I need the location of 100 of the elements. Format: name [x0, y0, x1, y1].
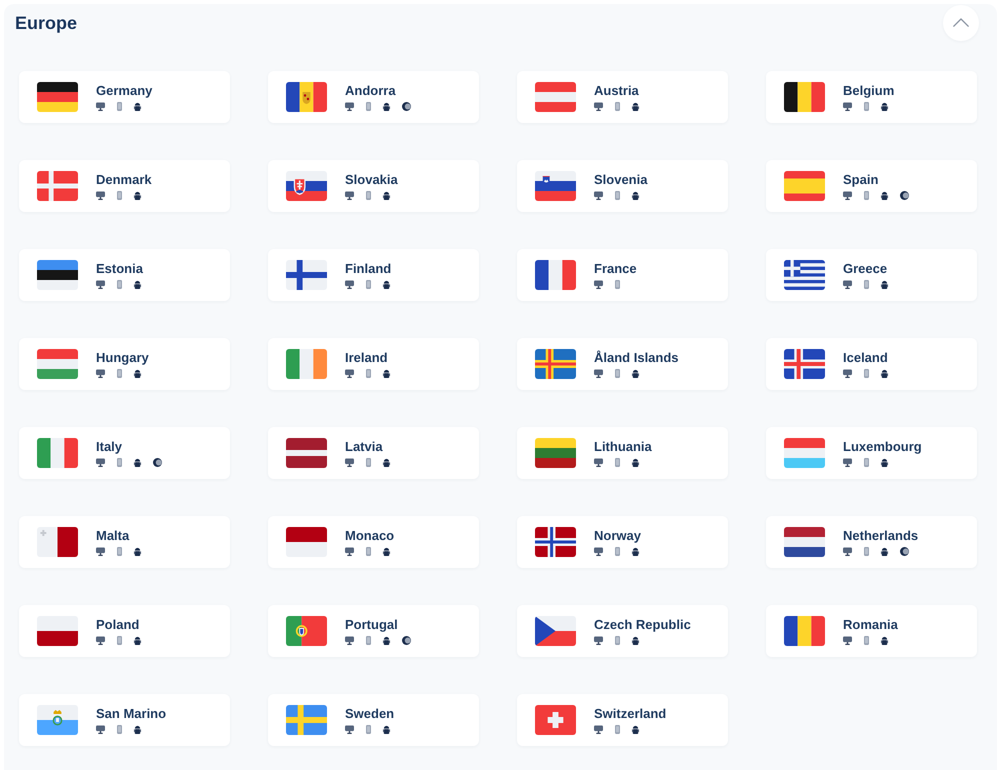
robot-icon — [632, 102, 639, 111]
flag-icon — [286, 82, 327, 112]
monitor-icon — [843, 102, 852, 111]
country-name: Romania — [843, 617, 898, 633]
phone-icon — [366, 458, 371, 467]
robot-icon — [134, 102, 141, 111]
crescent-icon — [900, 191, 909, 200]
country-name: Czech Republic — [594, 617, 691, 633]
phone-icon — [864, 458, 869, 467]
flag-icon — [37, 705, 78, 735]
robot-icon — [134, 191, 141, 200]
robot-icon — [134, 636, 141, 645]
monitor-icon — [843, 636, 852, 645]
robot-icon — [134, 458, 141, 467]
flag-icon — [37, 82, 78, 112]
phone-icon — [864, 636, 869, 645]
monitor-icon — [594, 280, 603, 289]
monitor-icon — [843, 369, 852, 378]
robot-icon — [383, 725, 390, 734]
phone-icon — [117, 458, 122, 467]
monitor-icon — [594, 369, 603, 378]
robot-icon — [632, 725, 639, 734]
crescent-icon — [900, 547, 909, 556]
monitor-icon — [345, 102, 354, 111]
flag-icon — [535, 82, 576, 112]
country-name: Estonia — [96, 261, 143, 277]
flag-icon — [535, 438, 576, 468]
flag-icon — [37, 527, 78, 557]
monitor-icon — [594, 636, 603, 645]
phone-icon — [366, 547, 371, 556]
country-name: Norway — [594, 528, 641, 544]
robot-icon — [383, 369, 390, 378]
monitor-icon — [96, 102, 105, 111]
collapse-button[interactable] — [943, 5, 979, 41]
robot-icon — [881, 458, 888, 467]
monitor-icon — [843, 547, 852, 556]
country-name: Iceland — [843, 350, 888, 366]
country-name: France — [594, 261, 637, 277]
country-name: Switzerland — [594, 706, 666, 722]
robot-icon — [383, 102, 390, 111]
flag-icon — [286, 616, 327, 646]
monitor-icon — [96, 725, 105, 734]
phone-icon — [117, 369, 122, 378]
flag-icon — [37, 349, 78, 379]
phone-icon — [366, 725, 371, 734]
robot-icon — [632, 547, 639, 556]
flag-icon — [535, 616, 576, 646]
phone-icon — [615, 369, 620, 378]
monitor-icon — [345, 725, 354, 734]
monitor-icon — [345, 547, 354, 556]
crescent-icon — [153, 458, 162, 467]
robot-icon — [134, 280, 141, 289]
flag-icon — [784, 349, 825, 379]
country-name: Malta — [96, 528, 130, 544]
crescent-icon — [402, 636, 411, 645]
robot-icon — [881, 280, 888, 289]
flag-icon — [286, 349, 327, 379]
flag-icon — [286, 438, 327, 468]
flag-icon — [784, 260, 825, 290]
monitor-icon — [96, 636, 105, 645]
flag-icon — [784, 438, 825, 468]
robot-icon — [881, 547, 888, 556]
country-name: Slovakia — [345, 172, 398, 188]
crescent-icon — [402, 102, 411, 111]
flag-icon — [286, 171, 327, 201]
country-name: Germany — [96, 83, 152, 99]
monitor-icon — [594, 547, 603, 556]
country-name: Portugal — [345, 617, 399, 633]
monitor-icon — [345, 280, 354, 289]
phone-icon — [366, 102, 371, 111]
phone-icon — [615, 102, 620, 111]
robot-icon — [383, 636, 390, 645]
country-name: Italy — [96, 439, 124, 455]
flag-icon — [286, 527, 327, 557]
monitor-icon — [96, 280, 105, 289]
phone-icon — [864, 102, 869, 111]
phone-icon — [366, 369, 371, 378]
country-name: Lithuania — [594, 439, 652, 455]
robot-icon — [632, 636, 639, 645]
phone-icon — [117, 547, 122, 556]
robot-icon — [881, 191, 888, 200]
flag-icon — [535, 171, 576, 201]
flag-icon — [784, 171, 825, 201]
robot-icon — [632, 191, 639, 200]
phone-icon — [864, 191, 869, 200]
flag-icon — [784, 82, 825, 112]
robot-icon — [134, 725, 141, 734]
flag-icon — [37, 260, 78, 290]
monitor-icon — [594, 458, 603, 467]
monitor-icon — [96, 547, 105, 556]
country-name: Poland — [96, 617, 140, 633]
flag-icon — [286, 260, 327, 290]
phone-icon — [615, 547, 620, 556]
phone-icon — [117, 636, 122, 645]
robot-icon — [881, 636, 888, 645]
country-name: Ireland — [345, 350, 389, 366]
monitor-icon — [96, 191, 105, 200]
monitor-icon — [594, 725, 603, 734]
phone-icon — [117, 191, 122, 200]
monitor-icon — [96, 369, 105, 378]
